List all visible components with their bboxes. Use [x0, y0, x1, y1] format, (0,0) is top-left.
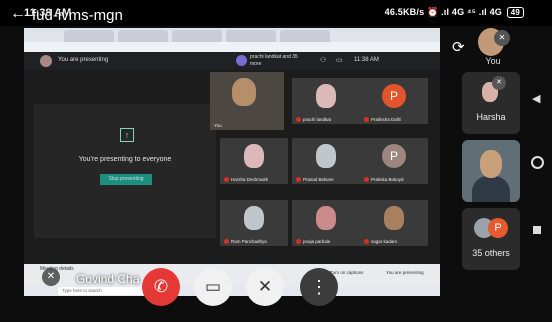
browser-tab: [64, 30, 114, 42]
presenting-message: You're presenting to everyone: [78, 156, 172, 163]
participant-name: Harsha: [476, 112, 506, 122]
taskbar-search: Type here to search: [58, 287, 152, 295]
participant-name: Ram Panchadhya: [224, 239, 267, 244]
status-indicators: 46.5KB/s ⏰ .ıl 4G ⁴⁵ .ıl 4G 49: [385, 7, 524, 18]
browser-address-bar: [24, 42, 440, 52]
nav-back-icon[interactable]: ◀: [532, 92, 540, 105]
participant-face: [480, 150, 502, 178]
participant-name: prachi landkat: [296, 117, 331, 122]
joined-avatar: [236, 55, 247, 66]
browser-tabs-bar: [24, 28, 440, 42]
self-label: You: [485, 56, 501, 66]
participant-tile-harsha[interactable]: ✕ Harsha: [462, 72, 520, 134]
participant-name: Harsha Deshmukh: [224, 177, 268, 182]
meeting-code: fud-ivms-mgn: [32, 7, 123, 24]
participant-avatar: [384, 206, 404, 230]
participant-tile: Harsha Deshmukh: [220, 138, 288, 184]
captions-label: Turn on captions: [330, 270, 364, 275]
participant-tile: P Pratiksha Dalhi: [360, 78, 428, 124]
others-tile[interactable]: P 35 others: [462, 208, 520, 270]
participant-tile: P Pratiska Bokoyd: [360, 138, 428, 184]
presenting-label: You are presenting: [386, 270, 424, 275]
participant-name: Prasad Belsare: [296, 177, 334, 182]
mic-off-button[interactable]: ✕: [246, 268, 284, 306]
back-arrow-icon[interactable]: ←: [10, 5, 26, 23]
participant-tile: pooja parbale: [292, 200, 360, 246]
participant-name: Pratiska Bokoyd: [364, 177, 404, 182]
browser-tab: [226, 30, 276, 42]
battery-icon: 49: [506, 7, 524, 18]
participant-body: [472, 176, 510, 202]
participant-video: [232, 78, 256, 106]
people-icon: ⚇: [320, 57, 327, 64]
participant-tile: Ram Panchadhya: [220, 200, 288, 246]
participant-tile: Prasad Belsare: [292, 138, 360, 184]
avatar: [40, 55, 52, 67]
participant-tile-you: You: [210, 72, 284, 130]
participant-avatar: [244, 144, 264, 168]
participant-avatar: [244, 206, 264, 230]
participant-initial: P: [382, 84, 406, 108]
nav-recents-icon[interactable]: [533, 226, 541, 234]
switch-camera-icon[interactable]: ⟳: [452, 38, 465, 56]
participant-name: You: [214, 123, 222, 128]
participant-video-tile[interactable]: [462, 140, 520, 202]
participant-name: sagar kadam: [364, 239, 397, 244]
participant-tile: prachi landkat: [292, 78, 360, 124]
meet-header: You are presenting prachi landkat and 35…: [24, 52, 440, 70]
participant-name: pooja parbale: [296, 239, 330, 244]
browser-tab: [172, 30, 222, 42]
nav-home-icon[interactable]: [531, 156, 544, 169]
participant-avatar: [316, 144, 336, 168]
presentation-pane: ↑ You're presenting to everyone Stop pre…: [34, 104, 216, 238]
participant-initial: P: [488, 218, 508, 238]
stop-presenting-button: Stop presenting: [100, 174, 152, 185]
end-call-button[interactable]: ✆: [142, 268, 180, 306]
present-icon: ↑: [120, 128, 134, 142]
mic-off-icon: ✕: [492, 76, 506, 90]
camera-off-button[interactable]: ▭: [194, 268, 232, 306]
browser-tab: [280, 30, 330, 42]
phone-screen: 11:38 AM 46.5KB/s ⏰ .ıl 4G ⁴⁵ .ıl 4G 49 …: [0, 0, 552, 322]
participant-avatar: [316, 206, 336, 230]
meet-clock: 11:38 AM: [354, 57, 379, 63]
browser-tab: [118, 30, 168, 42]
joined-label: prachi landkat and 35 more: [250, 54, 298, 67]
presenting-label: You are presenting: [58, 57, 109, 63]
windows-taskbar: Type here to search: [24, 286, 440, 296]
network-info: 46.5KB/s ⏰ .ıl 4G ⁴⁵ .ıl 4G: [384, 7, 502, 17]
chat-icon: ▭: [336, 57, 343, 64]
presenter-name: Govind Cha: [76, 272, 140, 286]
participant-avatar: [316, 84, 336, 108]
shared-screen: You are presenting prachi landkat and 35…: [24, 28, 440, 296]
self-mic-off-icon: ✕: [494, 30, 510, 46]
participant-tile: sagar kadam: [360, 200, 428, 246]
presenter-mic-off-icon: ✕: [42, 268, 60, 286]
more-options-button[interactable]: ⋮: [300, 268, 338, 306]
others-count: 35 others: [472, 248, 510, 258]
participant-initial: P: [382, 144, 406, 168]
participant-name: Pratiksha Dalhi: [364, 117, 401, 122]
